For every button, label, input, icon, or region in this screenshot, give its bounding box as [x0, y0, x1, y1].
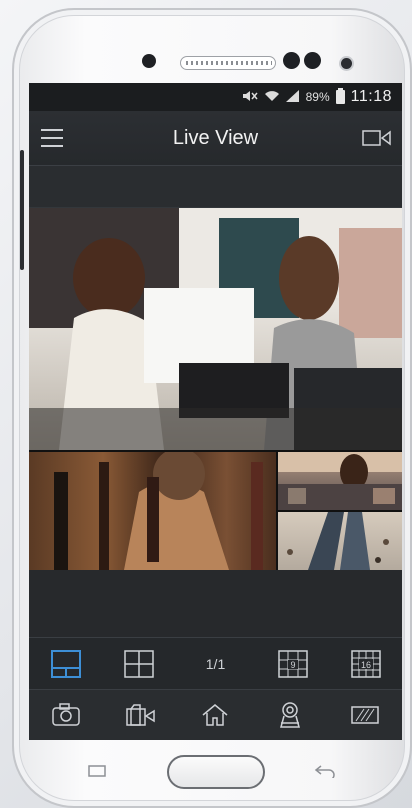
front-camera — [283, 52, 300, 69]
clock: 11:18 — [350, 88, 392, 105]
camera-feed-main[interactable] — [29, 208, 402, 450]
camera-feed-3[interactable] — [278, 452, 402, 510]
camera-feed-2[interactable] — [29, 452, 276, 570]
battery-charging-icon — [335, 88, 345, 104]
phone-side-button — [20, 150, 24, 270]
fullscreen-icon[interactable] — [349, 701, 381, 729]
mute-icon — [242, 90, 258, 105]
front-sensor — [142, 54, 156, 68]
ptz-icon[interactable] — [274, 701, 306, 729]
home-button[interactable] — [167, 755, 265, 789]
page-title: Live View — [172, 126, 259, 149]
proximity-sensor — [341, 58, 352, 69]
toolbar-strip — [29, 166, 402, 208]
layout-16-label: 16 — [360, 660, 370, 670]
home-icon[interactable] — [199, 701, 231, 729]
recent-apps-button[interactable] — [88, 764, 106, 783]
status-bar: 89% 11:18 — [29, 83, 402, 111]
back-button[interactable] — [314, 764, 336, 783]
camera-grid — [29, 208, 402, 570]
title-bar: Live View — [29, 111, 402, 166]
app-screen: 89% 11:18 Live View 1/1 9 16 — [29, 83, 402, 740]
bottom-toolbar — [29, 690, 402, 740]
camera-feed-4[interactable] — [278, 512, 402, 570]
layout-9-label: 9 — [290, 660, 295, 670]
video-record-icon[interactable] — [125, 701, 157, 729]
battery-percent: 89% — [305, 90, 330, 104]
empty-area — [29, 570, 402, 638]
video-record-icon[interactable] — [362, 129, 392, 147]
menu-icon[interactable] — [41, 129, 63, 147]
earpiece-speaker — [180, 56, 276, 70]
snapshot-camera-icon[interactable] — [50, 701, 82, 729]
wifi-icon — [264, 90, 280, 105]
layout-custom-icon[interactable] — [50, 649, 82, 679]
signal-icon — [285, 89, 300, 105]
page-indicator: 1/1 — [205, 655, 226, 672]
layout-16-icon[interactable]: 16 — [350, 649, 382, 679]
front-camera-2 — [304, 52, 321, 69]
layout-9-icon[interactable]: 9 — [277, 649, 309, 679]
layout-bar: 1/1 9 16 — [29, 638, 402, 690]
layout-4-icon[interactable] — [123, 649, 155, 679]
